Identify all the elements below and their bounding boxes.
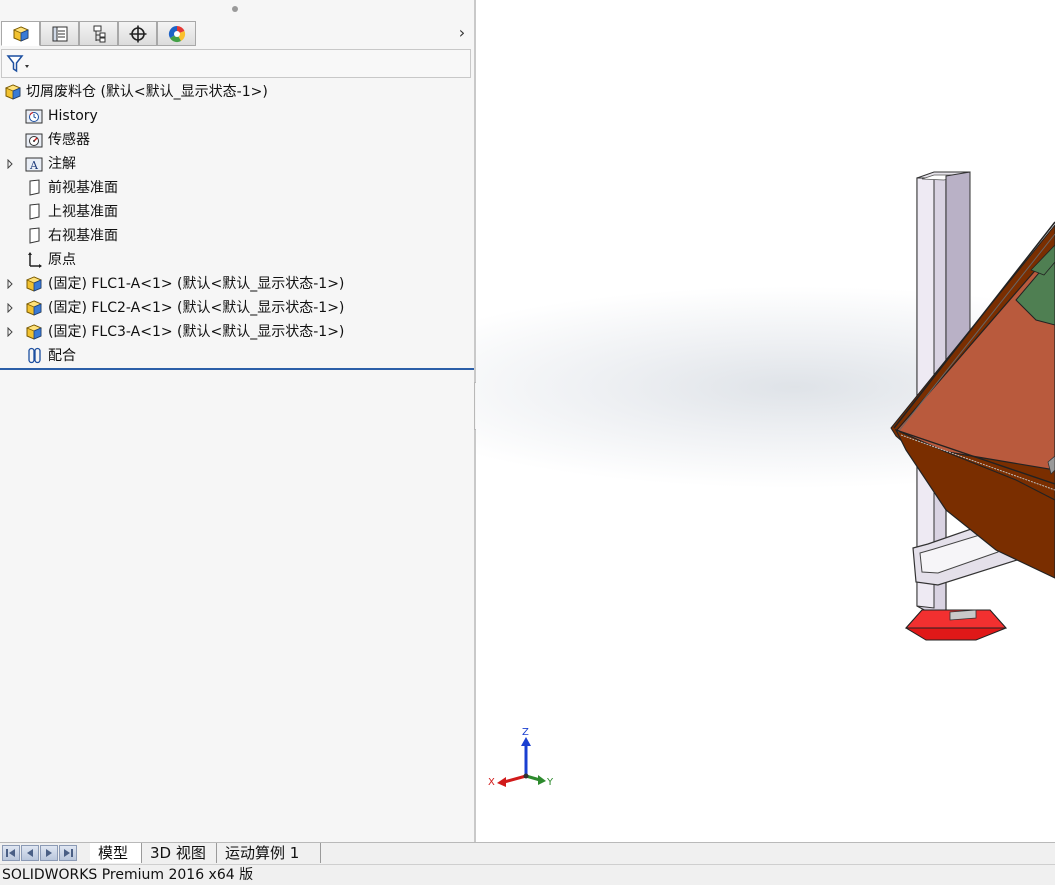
tree-item[interactable]: History	[0, 104, 474, 128]
panel-split-grip[interactable]	[232, 6, 238, 12]
tree-item-label: 右视基准面	[48, 228, 118, 244]
more-tabs-button[interactable]: ›	[454, 23, 470, 43]
tree-filter-bar[interactable]	[1, 49, 471, 78]
last-tab-button[interactable]	[59, 845, 77, 861]
status-text: SOLIDWORKS Premium 2016 x64 版	[2, 867, 254, 883]
tree-end-marker[interactable]	[0, 368, 474, 370]
tree-item-label: 前视基准面	[48, 180, 118, 196]
tree-item-label: (固定) FLC1-A<1> (默认<默认_显示状态-1>)	[48, 276, 345, 292]
tree-item[interactable]: A 注解	[0, 152, 474, 176]
tree-item-label: (固定) FLC3-A<1> (默认<默认_显示状态-1>)	[48, 324, 345, 340]
tree-item[interactable]: 前视基准面	[0, 176, 474, 200]
crosshair-icon	[129, 25, 146, 42]
document-tab[interactable]: 模型	[90, 843, 142, 863]
plane-icon	[29, 179, 40, 196]
tree-item-label: 原点	[48, 252, 76, 268]
status-bar: SOLIDWORKS Premium 2016 x64 版	[0, 864, 1055, 885]
graphics-viewport[interactable]: Z X Y	[476, 0, 1055, 842]
configuration-manager-tab[interactable]	[79, 21, 118, 46]
history-folder-icon	[25, 109, 43, 124]
property-list-icon	[52, 26, 67, 41]
first-tab-button[interactable]	[2, 845, 20, 861]
expand-arrow-icon[interactable]	[6, 278, 14, 290]
arrow-right-icon	[46, 849, 52, 857]
tree-item[interactable]: (固定) FLC3-A<1> (默认<默认_显示状态-1>)	[0, 320, 474, 344]
svg-text:A: A	[29, 159, 39, 172]
mates-icon	[28, 347, 41, 364]
origin-icon	[28, 252, 42, 268]
feature-manager-panel: › 切屑废料仓 (默认<默认_显示状态-1>) History 传感器 A 注解前视基…	[0, 0, 474, 842]
skip-last-icon	[64, 849, 73, 857]
document-tab[interactable]: 3D 视图	[142, 843, 217, 863]
skip-first-icon	[6, 849, 15, 857]
plane-icon	[29, 227, 40, 244]
triad-x-label: X	[488, 777, 495, 788]
tree-root-label: 切屑废料仓 (默认<默认_显示状态-1>)	[26, 84, 268, 100]
tree-item[interactable]: 上视基准面	[0, 200, 474, 224]
feature-manager-tab[interactable]	[1, 21, 40, 46]
tree-item[interactable]: (固定) FLC2-A<1> (默认<默认_显示状态-1>)	[0, 296, 474, 320]
tree-item-label: 注解	[48, 156, 76, 172]
triad-z-label: Z	[522, 727, 529, 738]
model-view[interactable]: Z X Y	[476, 0, 1055, 842]
annotation-folder-icon: A	[25, 157, 43, 172]
part-icon	[25, 324, 43, 340]
prev-tab-button[interactable]	[21, 845, 39, 861]
filter-icon[interactable]	[6, 54, 32, 74]
tree-item-label: (固定) FLC2-A<1> (默认<默认_显示状态-1>)	[48, 300, 345, 316]
next-tab-button[interactable]	[40, 845, 58, 861]
tree-item[interactable]: 右视基准面	[0, 224, 474, 248]
expand-arrow-icon[interactable]	[6, 302, 14, 314]
property-manager-tab[interactable]	[40, 21, 79, 46]
document-tabs-bar: 模型 3D 视图 运动算例 1	[0, 842, 1055, 864]
tree-item-label: 配合	[48, 348, 76, 364]
triad-y-label: Y	[546, 777, 554, 788]
document-tab[interactable]: 运动算例 1	[217, 843, 321, 863]
dimxpert-manager-tab[interactable]	[118, 21, 157, 46]
tree-root-assembly[interactable]: 切屑废料仓 (默认<默认_显示状态-1>)	[0, 80, 474, 104]
reference-triad[interactable]: Z X Y	[488, 727, 554, 788]
tree-item[interactable]: 配合	[0, 344, 474, 368]
arrow-left-icon	[27, 849, 33, 857]
hopper-body[interactable]	[890, 221, 1055, 579]
assembly-icon	[4, 84, 22, 100]
tree-item-label: 上视基准面	[48, 204, 118, 220]
frame-foot[interactable]	[904, 609, 1008, 641]
expand-arrow-icon[interactable]	[6, 158, 14, 170]
manager-tabstrip: ›	[0, 21, 474, 47]
tree-item[interactable]: 传感器	[0, 128, 474, 152]
part-icon	[25, 300, 43, 316]
configuration-icon	[93, 25, 105, 42]
sensor-folder-icon	[25, 133, 43, 148]
expand-arrow-icon[interactable]	[6, 326, 14, 338]
tree-item[interactable]: 原点	[0, 248, 474, 272]
tree-item-label: History	[48, 108, 98, 124]
display-manager-tab[interactable]	[157, 21, 196, 46]
tree-item-label: 传感器	[48, 132, 90, 148]
plane-icon	[29, 203, 40, 220]
part-icon	[25, 276, 43, 292]
tree-item[interactable]: (固定) FLC1-A<1> (默认<默认_显示状态-1>)	[0, 272, 474, 296]
feature-tree-icon	[12, 25, 29, 42]
color-wheel-icon	[168, 25, 185, 42]
